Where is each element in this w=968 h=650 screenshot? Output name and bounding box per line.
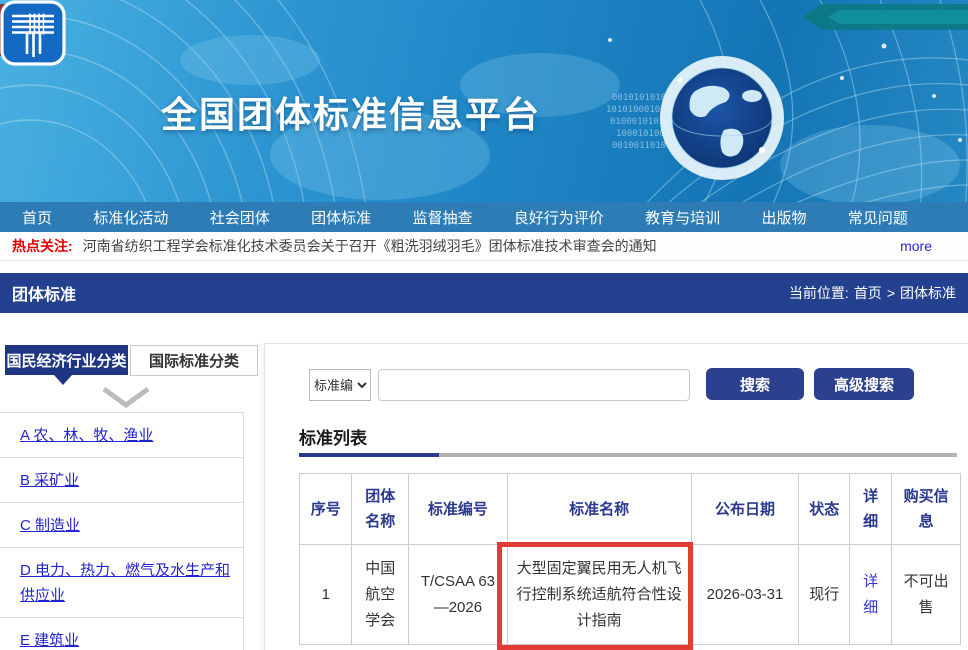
svg-text:1010100010: 1010100010 [606,105,660,115]
col-header-purchase: 购买信息 [892,474,961,545]
cell-date: 2026-03-31 [691,545,799,645]
breadcrumb-current-link[interactable]: 团体标准 [900,283,956,303]
breadcrumb-separator: > [887,285,895,301]
page-title: 团体标准 [12,281,76,305]
breadcrumb-home-link[interactable]: 首页 [854,283,882,303]
col-header-org: 团体名称 [352,474,409,545]
nav-item-activities[interactable]: 标准化活动 [93,207,168,228]
sidebar-item-mining[interactable]: B 采矿业 [0,458,243,503]
col-header-code: 标准编号 [408,474,507,545]
hot-topic-bar: 热点关注: 河南省纺织工程学会标准化技术委员会关于召开《粗洗羽绒羽毛》团体标准技… [0,232,968,261]
nav-item-education[interactable]: 教育与培训 [645,207,720,228]
cell-status: 现行 [799,545,849,645]
globe-icon [660,56,784,180]
sidebar-item-agriculture[interactable]: A 农、林、牧、渔业 [0,413,243,458]
standards-table: 序号 团体名称 标准编号 标准名称 公布日期 状态 详细 购买信息 1 中国航空… [299,473,961,645]
search-field-select[interactable]: 标准编号 [309,369,371,401]
cell-index: 1 [300,545,352,645]
more-link[interactable]: more [900,238,932,254]
active-tab-pointer [54,375,72,385]
hot-topic-label: 热点关注: [12,236,73,256]
sidebar-item-construction[interactable]: E 建筑业 [0,618,243,650]
col-header-date: 公布日期 [691,474,799,545]
search-input[interactable] [378,369,690,401]
cell-detail: 详细 [849,545,891,645]
cell-org: 中国航空学会 [352,545,409,645]
svg-text:0010011010: 0010011010 [612,141,666,151]
col-header-name: 标准名称 [507,474,691,545]
nav-item-group-standards[interactable]: 团体标准 [311,207,371,228]
tab-national-economy-classification[interactable]: 国民经济行业分类 [5,345,128,375]
nav-item-good-practice[interactable]: 良好行为评价 [514,207,604,228]
col-header-index: 序号 [300,474,352,545]
col-header-status: 状态 [799,474,849,545]
page: 0010101010 1010100010 0100010101 1000101… [0,0,968,650]
heading-rule-accent [299,453,439,457]
main-nav: 首页 标准化活动 社会团体 团体标准 监督抽查 良好行为评价 教育与培训 出版物… [0,202,968,232]
sidebar-item-utilities[interactable]: D 电力、热力、燃气及水生产和供应业 [0,548,243,618]
platform-logo-icon [0,0,66,66]
main-panel: 标准编号 搜索 高级搜索 标准列表 序号 团体名称 标准编号 标准名称 公布日期… [264,343,968,650]
site-title: 全国团体标准信息平台 [161,86,541,138]
sidebar-item-manufacturing[interactable]: C 制造业 [0,503,243,548]
advanced-search-button[interactable]: 高级搜索 [814,368,914,400]
breadcrumb: 当前位置: 首页 > 团体标准 [789,283,956,303]
chevron-down-icon [100,385,152,411]
breadcrumb-label: 当前位置: [789,283,849,303]
breadcrumb-bar: 团体标准 当前位置: 首页 > 团体标准 [0,273,968,313]
svg-text:0100010101: 0100010101 [610,117,664,127]
search-button[interactable]: 搜索 [706,368,804,400]
table-header-row: 序号 团体名称 标准编号 标准名称 公布日期 状态 详细 购买信息 [300,474,961,545]
arrow-decoration [802,4,968,30]
cell-purchase-info: 不可出售 [892,545,961,645]
hot-topic-notice[interactable]: 河南省纺织工程学会标准化技术委员会关于召开《粗洗羽绒羽毛》团体标准技术审查会的通… [83,236,657,256]
table-row: 1 中国航空学会 T/CSAA 63—2026 大型固定翼民用无人机飞行控制系统… [300,545,961,645]
nav-item-faq[interactable]: 常见问题 [848,207,908,228]
nav-item-home[interactable]: 首页 [22,207,52,228]
cell-standard-name: 大型固定翼民用无人机飞行控制系统适航符合性设计指南 [507,545,691,645]
nav-item-social-orgs[interactable]: 社会团体 [210,207,270,228]
industry-category-list: A 农、林、牧、渔业 B 采矿业 C 制造业 D 电力、热力、燃气及水生产和供应… [0,412,244,650]
cell-code: T/CSAA 63—2026 [408,545,507,645]
standard-list-heading: 标准列表 [299,424,367,449]
detail-link[interactable]: 详细 [863,573,878,616]
col-header-detail: 详细 [849,474,891,545]
nav-item-publications[interactable]: 出版物 [762,207,807,228]
tab-international-classification[interactable]: 国际标准分类 [130,345,258,376]
binary-texture: 0010101010 [612,93,666,103]
header-banner: 0010101010 1010100010 0100010101 1000101… [0,0,968,202]
heading-rule [299,453,957,457]
nav-item-supervision[interactable]: 监督抽查 [412,207,472,228]
